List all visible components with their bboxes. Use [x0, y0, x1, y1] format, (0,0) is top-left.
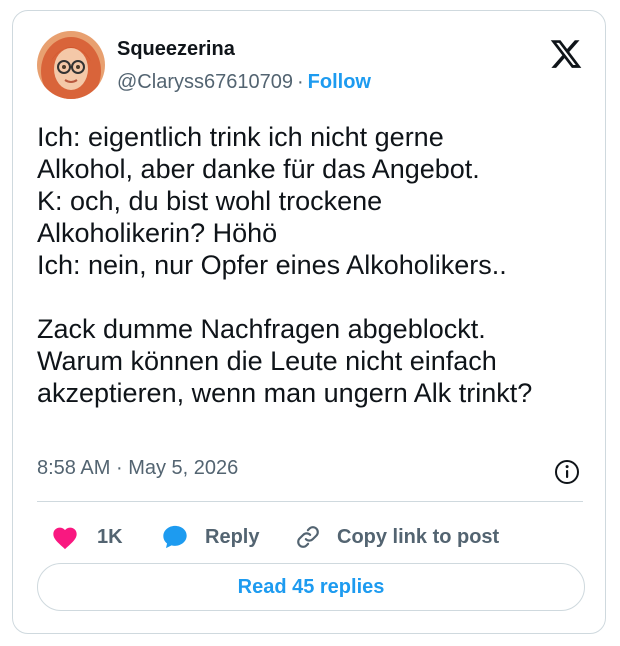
tweet-line: Alkoholikerin? Höhö: [37, 218, 278, 248]
tweet-line: K: och, du bist wohl trockene: [37, 186, 383, 216]
author-display-name[interactable]: Squeezerina: [117, 38, 235, 61]
avatar[interactable]: [37, 31, 105, 99]
speech-bubble-icon: [161, 523, 189, 551]
read-replies-button[interactable]: Read 45 replies: [37, 563, 585, 611]
tweet-line: Ich: nein, nur Opfer eines Alkoholikers.…: [37, 250, 507, 280]
divider: [37, 501, 583, 502]
like-button[interactable]: 1K: [51, 517, 123, 557]
x-logo-icon[interactable]: [549, 37, 583, 71]
author-handle[interactable]: @Claryss67610709: [117, 71, 293, 93]
handle-separator: ·: [296, 71, 304, 93]
tweet-timestamp[interactable]: 8:58 AM · May 5, 2026: [37, 457, 238, 480]
copy-link-button[interactable]: Copy link to post: [295, 517, 499, 557]
tweet-card: Squeezerina @Claryss67610709 · Follow Ich:…: [12, 10, 606, 634]
tweet-line: akzeptieren, wenn man ungern Alk trinkt?: [37, 378, 533, 408]
reply-button[interactable]: Reply: [161, 517, 259, 557]
author-handle-row: @Claryss67610709 · Follow: [117, 71, 371, 94]
timestamp-separator: ·: [115, 457, 123, 479]
tweet-line: Zack dumme Nachfragen abgeblockt.: [37, 314, 486, 344]
tweet-text: Ich: eigentlich trink ich nicht gerne Al…: [37, 121, 597, 409]
copy-link-label: Copy link to post: [337, 525, 500, 548]
follow-button[interactable]: Follow: [308, 71, 371, 93]
info-icon[interactable]: [554, 459, 580, 485]
tweet-line: Ich: eigentlich trink ich nicht gerne: [37, 122, 444, 152]
tweet-line: Alkohol, aber danke für das Angebot.: [37, 154, 480, 184]
heart-icon: [51, 524, 79, 550]
action-bar: 1K Reply Copy link to post: [37, 517, 583, 557]
like-count: 1K: [97, 525, 123, 548]
avatar-image: [37, 31, 105, 99]
tweet-line: Warum können die Leute nicht einfach: [37, 346, 497, 376]
tweet-time: 8:58 AM: [37, 457, 111, 479]
tweet-date: May 5, 2026: [128, 457, 239, 479]
link-icon: [295, 524, 321, 550]
reply-label: Reply: [205, 525, 260, 548]
